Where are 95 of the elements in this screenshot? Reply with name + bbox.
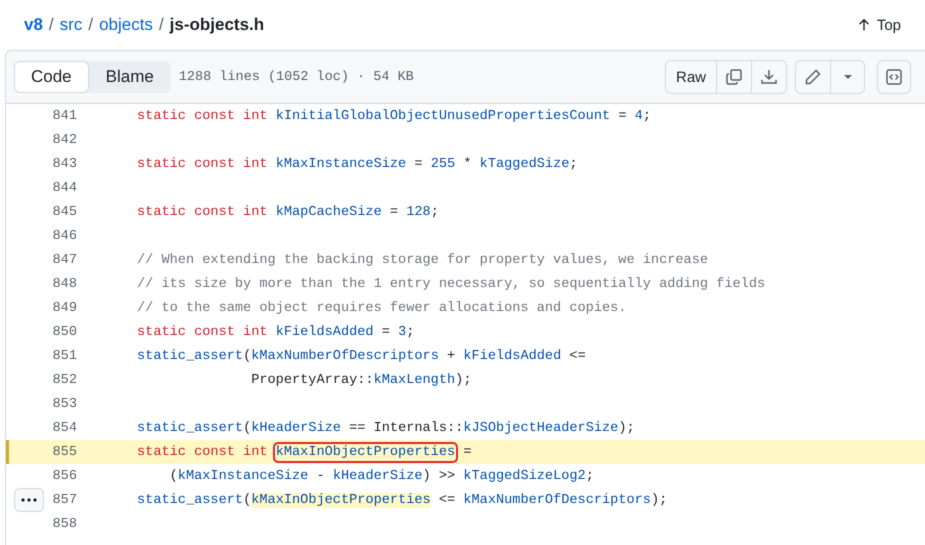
line-number: 847	[52, 252, 77, 268]
line-number: 842	[52, 132, 77, 148]
code-identifier: kFieldsAdded	[276, 324, 374, 340]
code-text: (	[168, 468, 178, 484]
line-number: 850	[52, 324, 77, 340]
code-identifier: kMapCacheSize	[276, 204, 382, 220]
line-options-button[interactable]	[14, 488, 44, 512]
up-arrow-icon	[856, 18, 871, 32]
line-number: 855	[52, 444, 77, 460]
code-text: );	[650, 492, 668, 508]
code-identifier: kHeaderSize	[332, 468, 423, 484]
code-identifier: kInitialGlobalObjectUnusedPropertiesCount	[276, 108, 610, 124]
code-text: == Internals::	[348, 420, 464, 436]
code-identifier: kMaxLength	[374, 372, 456, 388]
code-comment: // its size by more than the 1 entry necessary, so sequentially adding fields	[137, 276, 766, 292]
line-number: 852	[52, 372, 77, 388]
code-keyword: static const int	[137, 444, 269, 460]
breadcrumb-separator: /	[158, 15, 164, 35]
code-text: ;	[569, 156, 578, 172]
view-tab[interactable]: Code	[14, 61, 89, 93]
code-text: ;	[430, 204, 439, 220]
view-tab[interactable]: Blame	[88, 61, 171, 93]
symbols-button[interactable]	[877, 60, 911, 94]
code-text: ;	[642, 108, 651, 124]
code-text: =	[388, 204, 400, 220]
line-number: 857	[52, 492, 77, 508]
code-number: 255	[430, 156, 456, 172]
line-number: 858	[52, 516, 77, 532]
code-text: );	[455, 372, 472, 388]
line-number: 841	[52, 108, 77, 124]
breadcrumb-link[interactable]: v8	[24, 15, 43, 35]
code-identifier: kHeaderSize	[251, 420, 341, 436]
code-identifier: kMaxNumberOfDescriptors	[251, 348, 439, 364]
code-identifier: kMaxInstanceSize	[178, 468, 308, 484]
line-number: 849	[52, 300, 77, 316]
file-info: 1288 lines (1052 loc) · 54 KB	[178, 70, 414, 84]
breadcrumb-link[interactable]: objects	[99, 15, 153, 35]
code-text: (	[243, 348, 252, 364]
code-text: =	[617, 108, 628, 124]
code-text: =	[380, 324, 391, 340]
code-identifier: kFieldsAdded	[463, 348, 562, 364]
code-text: -	[315, 468, 326, 484]
copy-icon	[725, 68, 743, 86]
code-comment: // When extending the backing storage for property values, we increase	[137, 252, 708, 268]
code-identifier: static_assert	[137, 492, 244, 508]
code-text: <=	[438, 492, 456, 508]
ellipsis-icon	[21, 498, 37, 502]
code-identifier: kMaxNumberOfDescriptors	[463, 492, 651, 508]
code-text: ;	[586, 468, 594, 484]
code-identifier: kMaxInObjectProperties	[276, 444, 456, 460]
code-number: 128	[406, 204, 431, 220]
code-text: (	[243, 492, 252, 508]
line-number: 853	[52, 396, 77, 412]
code-keyword: static const int	[137, 324, 269, 340]
line-number: 856	[52, 468, 77, 484]
code-text: =	[462, 444, 472, 460]
code-text: *	[462, 156, 473, 172]
download-button[interactable]	[751, 61, 786, 93]
code-text: <=	[568, 348, 586, 364]
line-number: 851	[52, 348, 77, 364]
code-identifier: kMaxInstanceSize	[276, 156, 406, 172]
breadcrumb-separator: /	[48, 15, 54, 35]
code-identifier: kMaxInObjectProperties	[251, 492, 431, 508]
line-number: 854	[52, 420, 77, 436]
code-text: ;	[406, 324, 414, 340]
line-number: 844	[52, 180, 77, 196]
file-name: js-objects.h	[170, 15, 264, 35]
breadcrumb-separator: /	[88, 15, 94, 35]
pencil-icon	[804, 68, 822, 86]
code-text: ) >>	[422, 468, 456, 484]
code-number: 3	[398, 324, 406, 340]
code-text: +	[446, 348, 456, 364]
line-number: 846	[52, 228, 77, 244]
code-keyword: static const int	[137, 108, 269, 124]
caret-icon	[842, 74, 852, 80]
top-link[interactable]: Top	[856, 16, 901, 34]
code-identifier: kJSObjectHeaderSize	[463, 420, 618, 436]
code-comment: // to the same object requires fewer allocations and copies.	[137, 300, 626, 316]
code-panel-icon	[885, 68, 903, 86]
code-text: PropertyArray::	[250, 372, 374, 388]
line-number: 845	[52, 204, 77, 220]
breadcrumb-link[interactable]: src	[60, 15, 82, 35]
code-number: 4	[634, 108, 643, 124]
line-number: 848	[52, 276, 77, 292]
download-icon	[760, 68, 778, 86]
line-number: 843	[52, 156, 77, 172]
code-identifier: static_assert	[137, 348, 244, 364]
code-text: =	[413, 156, 424, 172]
code-keyword: static const int	[137, 156, 269, 172]
code-text: (	[243, 420, 252, 436]
code-keyword: static const int	[137, 204, 269, 220]
code-identifier: kTaggedSize	[480, 156, 570, 172]
code-identifier: static_assert	[137, 420, 244, 436]
code-identifier: kTaggedSizeLog2	[463, 468, 586, 484]
code-text: );	[618, 420, 635, 436]
